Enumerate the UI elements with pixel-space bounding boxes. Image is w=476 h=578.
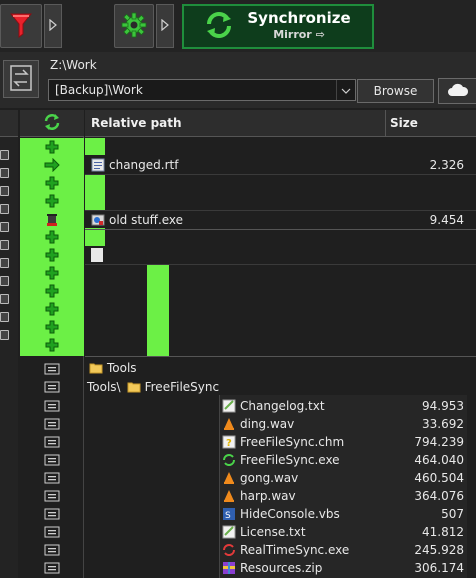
toolbar: Synchronize Mirror ⇨ [0, 0, 476, 52]
filter-dropdown-button[interactable] [44, 4, 62, 48]
file-list: Relative path Size [85, 110, 476, 578]
folder-path-input[interactable]: [Backup]\Work [48, 79, 356, 101]
swap-sides-button[interactable] [3, 60, 39, 98]
file-chip [0, 150, 9, 160]
settings-dropdown-button[interactable] [156, 4, 174, 48]
sync-variant-label: Mirror ⇨ [273, 28, 325, 41]
cloud-icon [447, 83, 469, 100]
file-grid: Relative path Size [0, 110, 476, 578]
settings-button[interactable] [114, 4, 154, 48]
file-chip [0, 330, 9, 340]
scrollbar-top[interactable] [467, 110, 476, 137]
file-chip [0, 240, 9, 250]
size-header[interactable]: Size [385, 110, 467, 137]
row-marker [147, 265, 169, 356]
file-chip [0, 168, 9, 178]
filter-funnel-icon [9, 12, 33, 41]
folder-bar: Z:\Work [Backup]\Work Browse [0, 52, 476, 108]
base-folder-path: Z:\Work [50, 58, 97, 72]
sync-arrows-icon [43, 113, 61, 134]
row-marker [85, 174, 105, 192]
folder-history-dropdown[interactable] [336, 80, 355, 100]
file-chip [0, 204, 9, 214]
file-chip [0, 312, 9, 322]
sync-action-column [20, 110, 84, 578]
file-chip [0, 222, 9, 232]
file-chip [0, 294, 9, 304]
relative-path-header[interactable]: Relative path [85, 110, 390, 137]
action-column-header[interactable] [20, 110, 84, 137]
chevron-right-icon [161, 18, 169, 34]
row-marker [85, 228, 105, 246]
left-icon-column [0, 110, 18, 578]
filter-button[interactable] [0, 4, 42, 48]
file-chip [0, 186, 9, 196]
browse-button[interactable]: Browse [357, 79, 434, 103]
synchronize-button[interactable]: Synchronize Mirror ⇨ [182, 4, 374, 49]
gear-icon [121, 12, 147, 41]
row-marker [85, 192, 105, 210]
chevron-down-icon [341, 83, 351, 97]
file-chip [0, 276, 9, 286]
row-marker [85, 138, 105, 155]
cloud-button[interactable] [438, 78, 476, 104]
action-highlight [20, 138, 84, 356]
synchronize-title: Synchronize [247, 9, 351, 27]
swap-sides-icon [8, 64, 34, 95]
chevron-right-icon [49, 18, 57, 34]
sync-arrows-icon [204, 10, 234, 43]
file-chip [0, 258, 9, 268]
